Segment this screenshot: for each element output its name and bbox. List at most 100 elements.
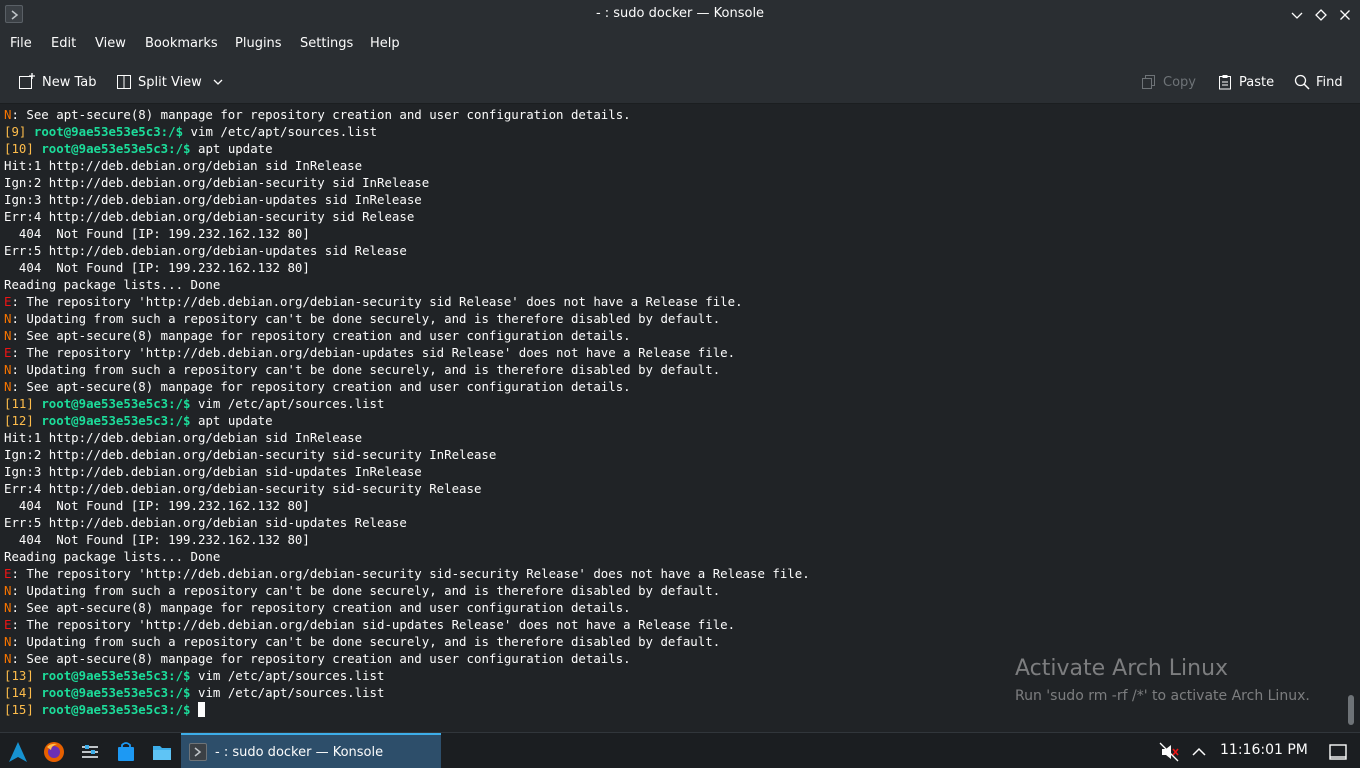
error-tag: E <box>4 345 12 360</box>
menu-plugins[interactable]: Plugins <box>235 36 282 51</box>
split-view-icon <box>117 75 131 89</box>
new-tab-button[interactable]: New Tab <box>18 72 97 92</box>
taskbar-entry-konsole[interactable]: - : sudo docker — Konsole <box>181 733 441 768</box>
error-tag: E <box>4 566 12 581</box>
shell-prompt: root@9ae53e53e5c3:/$ <box>41 702 191 717</box>
terminal-line: [15] root@9ae53e53e5c3:/$ <box>4 701 810 718</box>
terminal-line: Ign:3 http://deb.debian.org/debian sid-u… <box>4 463 810 480</box>
output-text: 404 Not Found [IP: 199.232.162.132 80] <box>4 498 310 513</box>
terminal-line: Reading package lists... Done <box>4 276 810 293</box>
toolbar: New Tab Split View Copy Paste Find <box>0 60 1360 104</box>
firefox-icon[interactable] <box>43 741 65 763</box>
terminal-line: [12] root@9ae53e53e5c3:/$ apt update <box>4 412 810 429</box>
discover-icon[interactable] <box>115 741 137 763</box>
terminal-line: N: Updating from such a repository can't… <box>4 362 721 377</box>
title-bar: - : sudo docker — Konsole <box>0 0 1360 30</box>
history-number: [14] <box>4 685 34 700</box>
history-number: [9] <box>4 124 27 139</box>
taskbar-entry-label: - : sudo docker — Konsole <box>215 744 384 760</box>
file-manager-icon[interactable] <box>151 741 173 763</box>
shell-prompt: root@9ae53e53e5c3:/$ <box>41 413 191 428</box>
copy-label: Copy <box>1163 74 1196 90</box>
terminal-line: Hit:1 http://deb.debian.org/debian sid I… <box>4 157 810 174</box>
terminal-line: E: The repository 'http://deb.debian.org… <box>4 345 736 360</box>
split-view-label: Split View <box>138 74 202 90</box>
output-text: Ign:2 http://deb.debian.org/debian-secur… <box>4 175 430 190</box>
chevron-down-icon <box>1291 12 1303 19</box>
notice-tag: N <box>4 634 12 649</box>
terminal-line: N: See apt-secure(8) manpage for reposit… <box>4 651 631 666</box>
menu-settings[interactable]: Settings <box>300 36 353 51</box>
close-button[interactable] <box>1335 5 1355 25</box>
minimize-button[interactable] <box>1287 5 1307 25</box>
terminal-line: [11] root@9ae53e53e5c3:/$ vim /etc/apt/s… <box>4 395 810 412</box>
history-number: [11] <box>4 396 34 411</box>
output-text: Updating from such a repository can't be… <box>26 311 721 326</box>
menu-help[interactable]: Help <box>370 36 400 51</box>
shell-command: vim /etc/apt/sources.list <box>197 685 385 700</box>
scrollbar-thumb[interactable] <box>1348 695 1354 725</box>
konsole-icon <box>189 743 207 761</box>
copy-button[interactable]: Copy <box>1141 72 1196 92</box>
notice-tag: N <box>4 379 12 394</box>
chevron-up-icon[interactable] <box>1188 741 1210 763</box>
close-icon <box>1340 10 1350 20</box>
shell-command: vim /etc/apt/sources.list <box>190 124 378 139</box>
terminal-line: E: The repository 'http://deb.debian.org… <box>4 617 736 632</box>
paste-button[interactable]: Paste <box>1217 72 1274 92</box>
show-desktop-icon[interactable] <box>1327 741 1349 763</box>
find-button[interactable]: Find <box>1294 72 1343 92</box>
notice-tag: N <box>4 651 12 666</box>
shell-command: vim /etc/apt/sources.list <box>197 668 385 683</box>
history-number: [12] <box>4 413 34 428</box>
chevron-down-icon <box>213 79 223 85</box>
shell-command: vim /etc/apt/sources.list <box>197 396 385 411</box>
volume-muted-icon[interactable] <box>1158 741 1180 763</box>
output-text: See apt-secure(8) manpage for repository… <box>26 328 631 343</box>
output-text: Ign:3 http://deb.debian.org/debian sid-u… <box>4 464 422 479</box>
terminal-line: 404 Not Found [IP: 199.232.162.132 80] <box>4 497 810 514</box>
terminal-line: [14] root@9ae53e53e5c3:/$ vim /etc/apt/s… <box>4 684 810 701</box>
shell-command: apt update <box>197 141 273 156</box>
history-number: [10] <box>4 141 34 156</box>
output-text: Reading package lists... Done <box>4 549 221 564</box>
menu-edit[interactable]: Edit <box>51 36 76 51</box>
terminal-line: N: Updating from such a repository can't… <box>4 634 721 649</box>
activation-watermark-subtitle: Run 'sudo rm -rf /*' to activate Arch Li… <box>1015 688 1310 704</box>
app-launcher-icon[interactable] <box>7 741 29 763</box>
output-text: Err:5 http://deb.debian.org/debian sid-u… <box>4 515 407 530</box>
window-title: - : sudo docker — Konsole <box>595 6 765 21</box>
terminal-view[interactable]: N: See apt-secure(8) manpage for reposit… <box>0 105 1342 732</box>
terminal-line: Ign:2 http://deb.debian.org/debian-secur… <box>4 174 810 191</box>
output-text: The repository 'http://deb.debian.org/de… <box>26 566 810 581</box>
output-text: Err:5 http://deb.debian.org/debian-updat… <box>4 243 407 258</box>
output-text: See apt-secure(8) manpage for repository… <box>26 379 631 394</box>
activation-watermark-title: Activate Arch Linux <box>1015 656 1229 681</box>
terminal-output: N: See apt-secure(8) manpage for reposit… <box>4 106 810 718</box>
shell-command: apt update <box>197 413 273 428</box>
output-text: 404 Not Found [IP: 199.232.162.132 80] <box>4 532 310 547</box>
new-tab-icon <box>19 73 35 89</box>
terminal-line: Err:4 http://deb.debian.org/debian-secur… <box>4 480 810 497</box>
new-tab-label: New Tab <box>42 74 97 90</box>
paste-label: Paste <box>1239 74 1275 90</box>
error-tag: E <box>4 294 12 309</box>
output-text: Reading package lists... Done <box>4 277 221 292</box>
shell-prompt: root@9ae53e53e5c3:/$ <box>33 124 184 139</box>
system-settings-icon[interactable] <box>79 741 101 763</box>
shell-prompt: root@9ae53e53e5c3:/$ <box>41 141 191 156</box>
notice-tag: N <box>4 362 12 377</box>
clock[interactable]: 11:16:01 PM <box>1220 742 1308 758</box>
split-view-button[interactable]: Split View <box>116 72 224 92</box>
menu-file[interactable]: File <box>10 36 32 51</box>
terminal-line: Ign:2 http://deb.debian.org/debian-secur… <box>4 446 810 463</box>
output-text: See apt-secure(8) manpage for repository… <box>26 600 631 615</box>
scrollbar[interactable] <box>1342 105 1360 732</box>
menu-view[interactable]: View <box>95 36 126 51</box>
terminal-line: Hit:1 http://deb.debian.org/debian sid I… <box>4 429 810 446</box>
terminal-line: Ign:3 http://deb.debian.org/debian-updat… <box>4 191 810 208</box>
taskbar: - : sudo docker — Konsole 11:16:01 PM <box>0 732 1360 768</box>
maximize-button[interactable] <box>1311 5 1331 25</box>
menu-bookmarks[interactable]: Bookmarks <box>145 36 218 51</box>
terminal-line: Err:5 http://deb.debian.org/debian sid-u… <box>4 514 810 531</box>
